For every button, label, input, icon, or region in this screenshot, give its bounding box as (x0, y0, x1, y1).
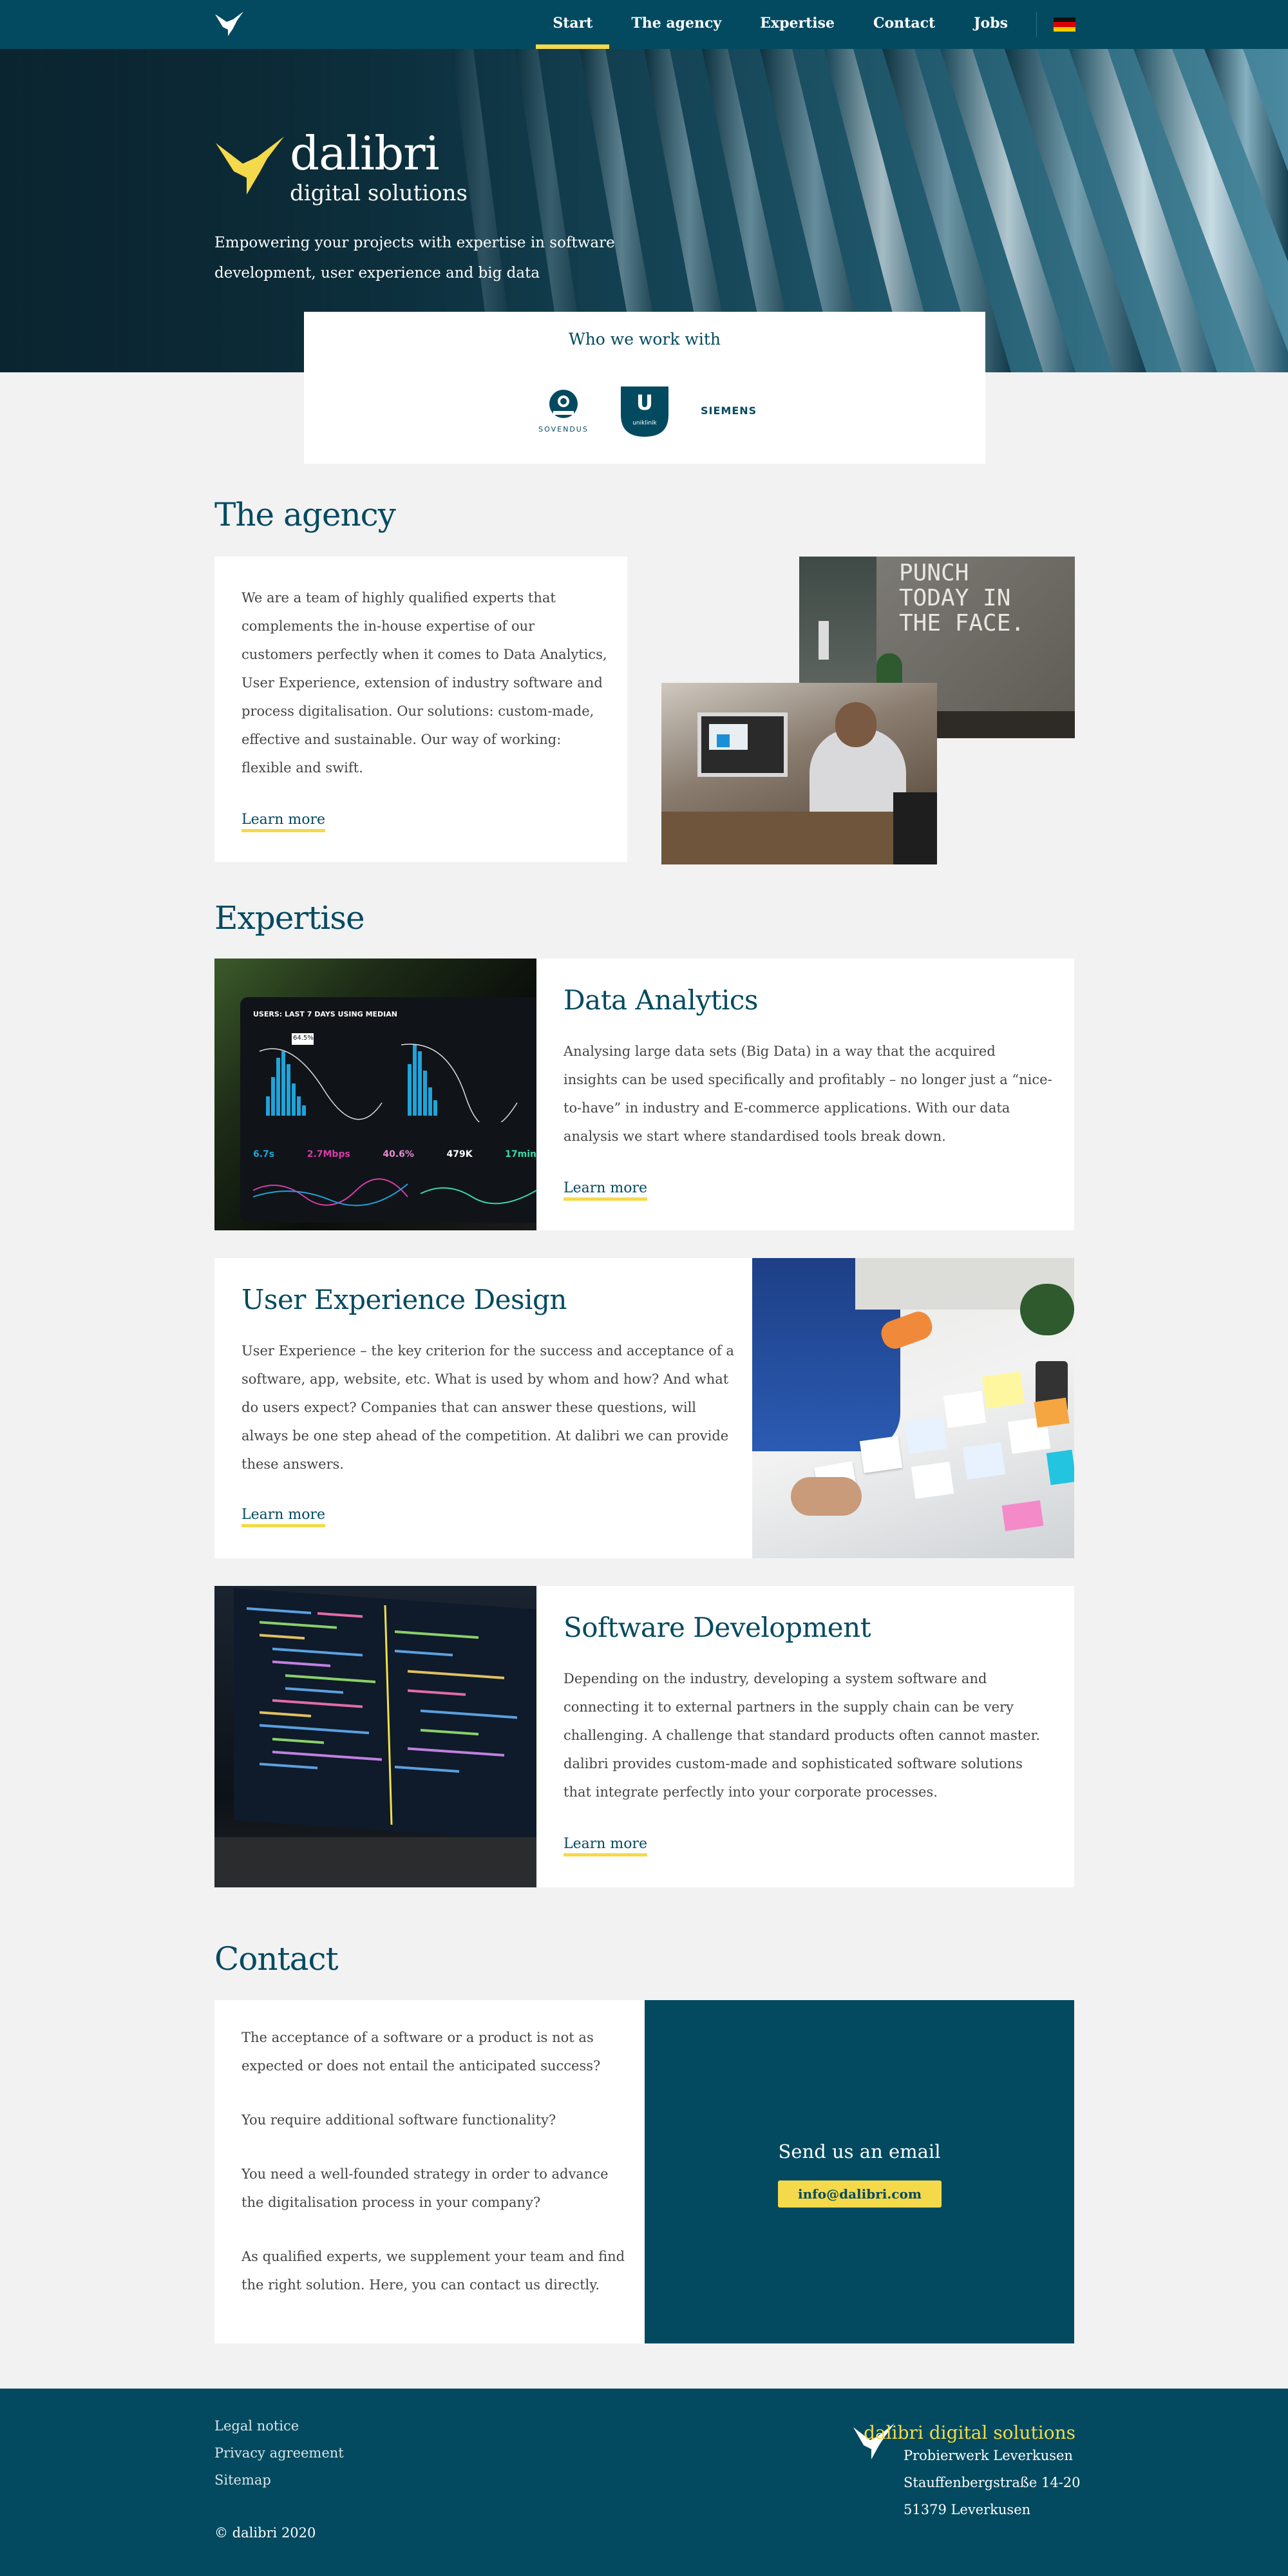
uniklinik-label: uniklinik (632, 420, 657, 426)
hummingbird-brand-icon (216, 137, 284, 195)
contact-paragraph: The acceptance of a software or a produc… (242, 2030, 601, 2074)
contact-info-card: The acceptance of a software or a produc… (214, 2000, 645, 2343)
dashboard-lines (253, 1178, 536, 1207)
data-analytics-title: Data Analytics (564, 984, 758, 1016)
laptop-base (214, 1837, 536, 1887)
data-analytics-card: USERS: LAST 7 DAYS USING MEDIAN 64.5% 6.… (214, 959, 1074, 1230)
expertise-section-title: Expertise (214, 899, 365, 937)
software-development-card: Software Development Depending on the in… (214, 1586, 1074, 1887)
stat-value: 2.7Mbps (307, 1149, 350, 1159)
screen-accent (717, 734, 730, 747)
hand (791, 1477, 862, 1516)
stat-value: 17min (505, 1149, 536, 1159)
ux-design-text: User Experience – the key criterion for … (242, 1343, 734, 1472)
wall-lettering: PUNCH TODAY IN THE FACE. (899, 560, 1025, 636)
software-development-title: Software Development (564, 1612, 871, 1643)
sticky-note (1001, 1500, 1044, 1531)
ux-design-learn-more-link[interactable]: Learn more (242, 1507, 326, 1527)
analytics-dashboard-photo: USERS: LAST 7 DAYS USING MEDIAN 64.5% 6.… (214, 959, 536, 1230)
contact-section-title: Contact (214, 1940, 339, 1978)
sitemap-link[interactable]: Sitemap (214, 2472, 271, 2488)
sticky-note (859, 1436, 903, 1473)
nav-menu: Start The agency Expertise Contact Jobs (536, 0, 1075, 49)
agency-section-title: The agency (214, 496, 396, 533)
hummingbird-logo-icon[interactable] (214, 10, 245, 37)
chair (893, 792, 937, 864)
contact-paragraph: You require additional software function… (242, 2112, 556, 2128)
footer: Legal notice Privacy agreement Sitemap ©… (0, 2389, 1288, 2576)
sticky-note (1046, 1449, 1074, 1485)
german-flag-icon[interactable] (1054, 17, 1075, 32)
plant (1020, 1284, 1074, 1335)
code-lines (247, 1605, 517, 1825)
sovendus-icon (549, 390, 578, 418)
nav-item-start[interactable]: Start (536, 0, 610, 49)
laptop-screen: USERS: LAST 7 DAYS USING MEDIAN 64.5% 6.… (240, 997, 536, 1223)
uniklinik-logo[interactable]: U uniklinik (621, 386, 668, 437)
sticky-note (904, 1417, 948, 1454)
sticky-note (1034, 1397, 1070, 1428)
person-figure (819, 621, 829, 660)
sovendus-label: SOVENDUS (538, 425, 589, 434)
nav-item-jobs[interactable]: Jobs (974, 0, 1008, 49)
sticky-note (962, 1442, 1006, 1480)
stat-value: 40.6% (383, 1149, 414, 1159)
sticky-note (981, 1371, 1025, 1409)
uniklinik-mark: U (636, 390, 653, 415)
brand-name: dalibri (290, 126, 440, 180)
clients-title: Who we work with (569, 330, 721, 348)
data-analytics-learn-more-link[interactable]: Learn more (564, 1180, 648, 1201)
office-desk-photo (661, 683, 937, 864)
email-panel-title: Send us an email (778, 2141, 941, 2162)
ux-design-title: User Experience Design (242, 1284, 567, 1315)
contact-paragraph: As qualified experts, we supplement your… (242, 2249, 625, 2293)
sticky-note (943, 1391, 987, 1428)
legal-notice-link[interactable]: Legal notice (214, 2418, 299, 2434)
nav-item-expertise[interactable]: Expertise (760, 0, 835, 49)
software-development-learn-more-link[interactable]: Learn more (564, 1836, 648, 1856)
privacy-agreement-link[interactable]: Privacy agreement (214, 2445, 344, 2461)
person-head (835, 702, 876, 747)
code-laptop-photo (214, 1586, 536, 1887)
dashboard-badge: 64.5% (293, 1035, 314, 1042)
email-button[interactable]: info@dalibri.com (778, 2180, 942, 2208)
copyright: © dalibri 2020 (214, 2525, 316, 2541)
code-screen (234, 1588, 536, 1842)
stat-value: 479K (446, 1149, 473, 1159)
top-navigation: Start The agency Expertise Contact Jobs (0, 0, 1288, 49)
hero-tagline: Empowering your projects with expertise … (214, 234, 615, 281)
sovendus-logo[interactable]: SOVENDUS (535, 388, 592, 434)
nav-divider (1036, 12, 1037, 37)
clients-panel: Who we work with SOVENDUS U uniklinik SI… (304, 312, 985, 464)
siemens-logo[interactable]: SIEMENS (701, 405, 757, 417)
address-line: 51379 Leverkusen (904, 2502, 1031, 2517)
dashboard-header: USERS: LAST 7 DAYS USING MEDIAN (253, 1010, 397, 1018)
ux-design-card: User Experience Design User Experience –… (214, 1258, 1074, 1558)
agency-learn-more-link[interactable]: Learn more (242, 812, 326, 832)
brand-subtitle: digital solutions (290, 180, 468, 206)
email-panel: Send us an email info@dalibri.com (645, 2000, 1074, 2343)
address-line: Stauffenbergstraße 14-20 (904, 2475, 1081, 2490)
software-development-text: Depending on the industry, developing a … (564, 1671, 1041, 1800)
contact-paragraph: You need a well-founded strategy in orde… (242, 2166, 609, 2210)
dashboard-stats: 6.7s 2.7Mbps 40.6% 479K 17min (253, 1149, 536, 1159)
agency-text: We are a team of highly qualified expert… (242, 590, 607, 776)
nav-item-agency[interactable]: The agency (631, 0, 721, 49)
footer-brand: dalibri digital solutions (864, 2422, 1075, 2443)
sticky-notes-photo (752, 1258, 1074, 1558)
address-line: Probierwerk Leverkusen (904, 2448, 1073, 2463)
agency-card: We are a team of highly qualified expert… (214, 557, 627, 862)
sticky-note (911, 1462, 954, 1499)
data-analytics-text: Analysing large data sets (Big Data) in … (564, 1044, 1052, 1144)
stat-value: 6.7s (253, 1149, 275, 1159)
nav-item-contact[interactable]: Contact (873, 0, 935, 49)
